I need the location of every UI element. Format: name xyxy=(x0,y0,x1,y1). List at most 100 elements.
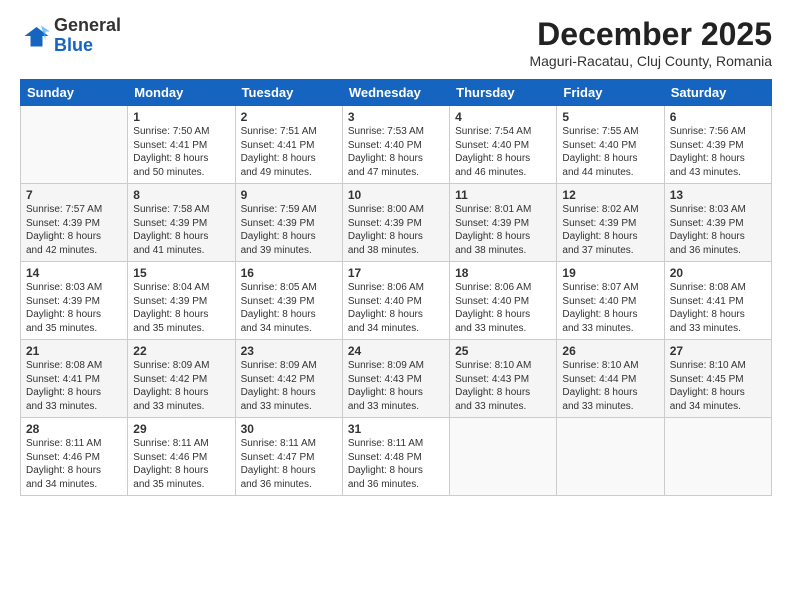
day-number: 15 xyxy=(133,266,229,280)
day-number: 28 xyxy=(26,422,122,436)
cell-content: Sunrise: 8:01 AM Sunset: 4:39 PM Dayligh… xyxy=(455,203,551,257)
day-number: 23 xyxy=(241,344,337,358)
day-number: 6 xyxy=(670,110,766,124)
calendar-cell: 6Sunrise: 7:56 AM Sunset: 4:39 PM Daylig… xyxy=(664,106,771,184)
calendar-cell: 28Sunrise: 8:11 AM Sunset: 4:46 PM Dayli… xyxy=(21,418,128,496)
cell-content: Sunrise: 7:56 AM Sunset: 4:39 PM Dayligh… xyxy=(670,125,766,179)
cell-content: Sunrise: 7:58 AM Sunset: 4:39 PM Dayligh… xyxy=(133,203,229,257)
day-number: 18 xyxy=(455,266,551,280)
cell-content: Sunrise: 8:09 AM Sunset: 4:43 PM Dayligh… xyxy=(348,359,444,413)
header: General Blue December 2025 Maguri-Racata… xyxy=(20,16,772,69)
cell-content: Sunrise: 7:51 AM Sunset: 4:41 PM Dayligh… xyxy=(241,125,337,179)
cell-content: Sunrise: 8:07 AM Sunset: 4:40 PM Dayligh… xyxy=(562,281,658,335)
calendar-cell: 23Sunrise: 8:09 AM Sunset: 4:42 PM Dayli… xyxy=(235,340,342,418)
cell-content: Sunrise: 7:57 AM Sunset: 4:39 PM Dayligh… xyxy=(26,203,122,257)
page: General Blue December 2025 Maguri-Racata… xyxy=(0,0,792,612)
calendar-week-row: 21Sunrise: 8:08 AM Sunset: 4:41 PM Dayli… xyxy=(21,340,772,418)
calendar-cell: 30Sunrise: 8:11 AM Sunset: 4:47 PM Dayli… xyxy=(235,418,342,496)
cell-content: Sunrise: 8:10 AM Sunset: 4:45 PM Dayligh… xyxy=(670,359,766,413)
day-number: 20 xyxy=(670,266,766,280)
calendar-cell: 16Sunrise: 8:05 AM Sunset: 4:39 PM Dayli… xyxy=(235,262,342,340)
calendar-cell: 17Sunrise: 8:06 AM Sunset: 4:40 PM Dayli… xyxy=(342,262,449,340)
logo: General Blue xyxy=(20,16,121,56)
day-number: 31 xyxy=(348,422,444,436)
calendar-week-row: 1Sunrise: 7:50 AM Sunset: 4:41 PM Daylig… xyxy=(21,106,772,184)
calendar-cell xyxy=(450,418,557,496)
day-number: 5 xyxy=(562,110,658,124)
calendar-cell: 29Sunrise: 8:11 AM Sunset: 4:46 PM Dayli… xyxy=(128,418,235,496)
day-number: 26 xyxy=(562,344,658,358)
day-number: 2 xyxy=(241,110,337,124)
calendar-cell: 15Sunrise: 8:04 AM Sunset: 4:39 PM Dayli… xyxy=(128,262,235,340)
day-number: 12 xyxy=(562,188,658,202)
day-number: 1 xyxy=(133,110,229,124)
calendar-cell: 11Sunrise: 8:01 AM Sunset: 4:39 PM Dayli… xyxy=(450,184,557,262)
cell-content: Sunrise: 8:02 AM Sunset: 4:39 PM Dayligh… xyxy=(562,203,658,257)
cell-content: Sunrise: 8:11 AM Sunset: 4:46 PM Dayligh… xyxy=(133,437,229,491)
calendar-cell: 27Sunrise: 8:10 AM Sunset: 4:45 PM Dayli… xyxy=(664,340,771,418)
cell-content: Sunrise: 7:54 AM Sunset: 4:40 PM Dayligh… xyxy=(455,125,551,179)
cell-content: Sunrise: 7:55 AM Sunset: 4:40 PM Dayligh… xyxy=(562,125,658,179)
calendar-week-row: 14Sunrise: 8:03 AM Sunset: 4:39 PM Dayli… xyxy=(21,262,772,340)
cell-content: Sunrise: 8:00 AM Sunset: 4:39 PM Dayligh… xyxy=(348,203,444,257)
month-title: December 2025 xyxy=(529,16,772,53)
calendar-cell: 19Sunrise: 8:07 AM Sunset: 4:40 PM Dayli… xyxy=(557,262,664,340)
cell-content: Sunrise: 8:08 AM Sunset: 4:41 PM Dayligh… xyxy=(26,359,122,413)
cell-content: Sunrise: 7:59 AM Sunset: 4:39 PM Dayligh… xyxy=(241,203,337,257)
day-number: 29 xyxy=(133,422,229,436)
calendar-cell: 3Sunrise: 7:53 AM Sunset: 4:40 PM Daylig… xyxy=(342,106,449,184)
cell-content: Sunrise: 8:06 AM Sunset: 4:40 PM Dayligh… xyxy=(455,281,551,335)
weekday-header-tuesday: Tuesday xyxy=(235,80,342,106)
calendar-cell: 7Sunrise: 7:57 AM Sunset: 4:39 PM Daylig… xyxy=(21,184,128,262)
calendar-cell xyxy=(557,418,664,496)
cell-content: Sunrise: 8:11 AM Sunset: 4:46 PM Dayligh… xyxy=(26,437,122,491)
cell-content: Sunrise: 7:50 AM Sunset: 4:41 PM Dayligh… xyxy=(133,125,229,179)
day-number: 7 xyxy=(26,188,122,202)
calendar-cell: 4Sunrise: 7:54 AM Sunset: 4:40 PM Daylig… xyxy=(450,106,557,184)
logo-general: General xyxy=(54,15,121,35)
day-number: 19 xyxy=(562,266,658,280)
calendar-week-row: 7Sunrise: 7:57 AM Sunset: 4:39 PM Daylig… xyxy=(21,184,772,262)
calendar-cell: 1Sunrise: 7:50 AM Sunset: 4:41 PM Daylig… xyxy=(128,106,235,184)
location-subtitle: Maguri-Racatau, Cluj County, Romania xyxy=(529,53,772,69)
calendar-cell xyxy=(664,418,771,496)
calendar-cell: 2Sunrise: 7:51 AM Sunset: 4:41 PM Daylig… xyxy=(235,106,342,184)
calendar-cell: 25Sunrise: 8:10 AM Sunset: 4:43 PM Dayli… xyxy=(450,340,557,418)
calendar-cell: 21Sunrise: 8:08 AM Sunset: 4:41 PM Dayli… xyxy=(21,340,128,418)
calendar-cell: 12Sunrise: 8:02 AM Sunset: 4:39 PM Dayli… xyxy=(557,184,664,262)
title-block: December 2025 Maguri-Racatau, Cluj Count… xyxy=(529,16,772,69)
cell-content: Sunrise: 8:09 AM Sunset: 4:42 PM Dayligh… xyxy=(133,359,229,413)
day-number: 22 xyxy=(133,344,229,358)
cell-content: Sunrise: 8:09 AM Sunset: 4:42 PM Dayligh… xyxy=(241,359,337,413)
cell-content: Sunrise: 8:11 AM Sunset: 4:47 PM Dayligh… xyxy=(241,437,337,491)
calendar-cell: 20Sunrise: 8:08 AM Sunset: 4:41 PM Dayli… xyxy=(664,262,771,340)
cell-content: Sunrise: 8:03 AM Sunset: 4:39 PM Dayligh… xyxy=(26,281,122,335)
calendar-cell: 22Sunrise: 8:09 AM Sunset: 4:42 PM Dayli… xyxy=(128,340,235,418)
cell-content: Sunrise: 8:10 AM Sunset: 4:43 PM Dayligh… xyxy=(455,359,551,413)
calendar-cell: 8Sunrise: 7:58 AM Sunset: 4:39 PM Daylig… xyxy=(128,184,235,262)
day-number: 30 xyxy=(241,422,337,436)
day-number: 24 xyxy=(348,344,444,358)
weekday-header-monday: Monday xyxy=(128,80,235,106)
day-number: 25 xyxy=(455,344,551,358)
calendar-cell: 13Sunrise: 8:03 AM Sunset: 4:39 PM Dayli… xyxy=(664,184,771,262)
calendar-table: SundayMondayTuesdayWednesdayThursdayFrid… xyxy=(20,79,772,496)
calendar-cell: 31Sunrise: 8:11 AM Sunset: 4:48 PM Dayli… xyxy=(342,418,449,496)
day-number: 17 xyxy=(348,266,444,280)
day-number: 10 xyxy=(348,188,444,202)
calendar-cell xyxy=(21,106,128,184)
day-number: 11 xyxy=(455,188,551,202)
cell-content: Sunrise: 8:05 AM Sunset: 4:39 PM Dayligh… xyxy=(241,281,337,335)
weekday-header-wednesday: Wednesday xyxy=(342,80,449,106)
cell-content: Sunrise: 8:04 AM Sunset: 4:39 PM Dayligh… xyxy=(133,281,229,335)
calendar-cell: 18Sunrise: 8:06 AM Sunset: 4:40 PM Dayli… xyxy=(450,262,557,340)
day-number: 21 xyxy=(26,344,122,358)
weekday-header-thursday: Thursday xyxy=(450,80,557,106)
day-number: 16 xyxy=(241,266,337,280)
weekday-header-row: SundayMondayTuesdayWednesdayThursdayFrid… xyxy=(21,80,772,106)
day-number: 8 xyxy=(133,188,229,202)
day-number: 3 xyxy=(348,110,444,124)
day-number: 13 xyxy=(670,188,766,202)
calendar-cell: 14Sunrise: 8:03 AM Sunset: 4:39 PM Dayli… xyxy=(21,262,128,340)
weekday-header-friday: Friday xyxy=(557,80,664,106)
